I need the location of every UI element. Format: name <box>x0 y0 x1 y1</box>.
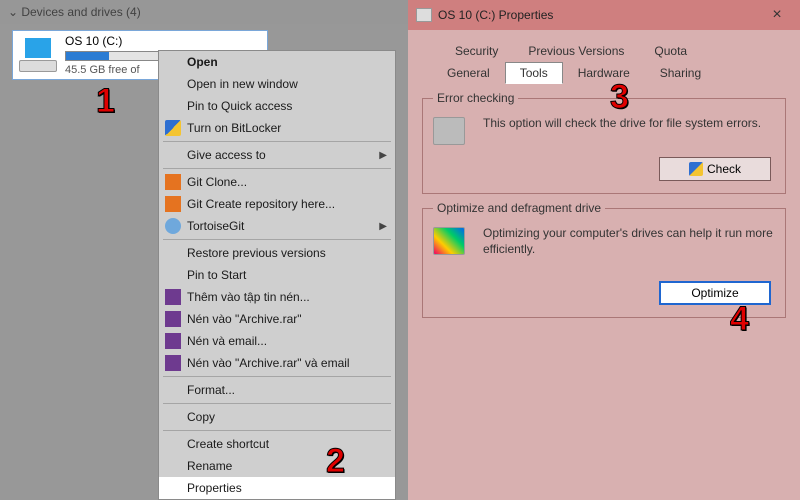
menu-item-label: Format... <box>187 383 235 397</box>
menu-item-label: Open in new window <box>187 77 298 91</box>
menu-item-label: Rename <box>187 459 232 473</box>
menu-item[interactable]: Turn on BitLocker <box>159 117 395 139</box>
menu-item-label: Git Create repository here... <box>187 197 335 211</box>
shield-icon <box>689 162 703 176</box>
error-checking-group: Error checking This option will check th… <box>422 98 786 194</box>
menu-item[interactable]: Open in new window <box>159 73 395 95</box>
drive-check-icon <box>433 117 465 145</box>
menu-item-label: Open <box>187 55 218 69</box>
menu-item-label: Create shortcut <box>187 437 269 451</box>
tab-tools[interactable]: Tools <box>505 62 563 84</box>
menu-item[interactable]: Format... <box>159 379 395 401</box>
menu-item-label: Turn on BitLocker <box>187 121 281 135</box>
tab-hardware[interactable]: Hardware <box>563 62 645 84</box>
menu-item-label: TortoiseGit <box>187 219 244 233</box>
close-icon[interactable]: × <box>762 6 792 24</box>
menu-item[interactable]: TortoiseGit ▶ <box>159 215 395 237</box>
dialog-titlebar[interactable]: OS 10 (C:) Properties × <box>408 0 800 30</box>
menu-item[interactable]: Restore previous versions <box>159 242 395 264</box>
rar-icon <box>165 333 181 349</box>
drive-icon <box>19 36 57 74</box>
menu-item-label: Properties <box>187 481 242 495</box>
button-label: Optimize <box>691 286 738 300</box>
tab-general[interactable]: General <box>432 62 505 84</box>
menu-separator <box>163 141 391 142</box>
menu-item[interactable]: Nén vào "Archive.rar" và email <box>159 352 395 374</box>
tab-quota[interactable]: Quota <box>639 40 702 62</box>
menu-item-label: Give access to <box>187 148 266 162</box>
rar-icon <box>165 311 181 327</box>
dialog-title: OS 10 (C:) Properties <box>438 8 553 22</box>
drive-label: OS 10 (C:) <box>65 34 245 48</box>
callout-3: 3 <box>610 78 629 117</box>
menu-item-label: Pin to Start <box>187 268 246 282</box>
menu-separator <box>163 168 391 169</box>
section-title: Devices and drives (4) <box>21 5 140 19</box>
menu-item-label: Thêm vào tập tin nén... <box>187 290 310 304</box>
dialog-tabs: SecurityPrevious VersionsQuota GeneralTo… <box>422 40 786 84</box>
tab-sharing[interactable]: Sharing <box>645 62 716 84</box>
callout-4: 4 <box>730 300 749 339</box>
rar-icon <box>165 289 181 305</box>
callout-2: 2 <box>326 442 345 481</box>
optimize-icon <box>433 227 465 255</box>
menu-item[interactable]: Pin to Quick access <box>159 95 395 117</box>
chevron-down-icon: ⌄ <box>8 0 18 24</box>
menu-separator <box>163 430 391 431</box>
group-desc: Optimizing your computer's drives can he… <box>483 225 773 257</box>
menu-separator <box>163 239 391 240</box>
git-icon <box>165 174 181 190</box>
chevron-right-icon: ▶ <box>379 150 387 161</box>
devices-drives-header[interactable]: ⌄ Devices and drives (4) <box>0 0 408 24</box>
button-label: Check <box>707 162 741 176</box>
tort-icon <box>165 218 181 234</box>
menu-item[interactable]: Give access to ▶ <box>159 144 395 166</box>
check-button[interactable]: Check <box>659 157 771 181</box>
menu-item[interactable]: Properties <box>159 477 395 499</box>
tab-previous-versions[interactable]: Previous Versions <box>513 40 639 62</box>
properties-dialog: OS 10 (C:) Properties × SecurityPrevious… <box>408 0 800 500</box>
drive-icon <box>416 8 432 22</box>
menu-item-label: Nén vào "Archive.rar" và email <box>187 356 350 370</box>
menu-separator <box>163 403 391 404</box>
menu-item[interactable]: Copy <box>159 406 395 428</box>
menu-separator <box>163 376 391 377</box>
menu-item-label: Copy <box>187 410 215 424</box>
menu-item-label: Pin to Quick access <box>187 99 292 113</box>
menu-item[interactable]: Nén và email... <box>159 330 395 352</box>
drive-context-menu: Open Open in new window Pin to Quick acces… <box>158 50 396 500</box>
menu-item-label: Restore previous versions <box>187 246 326 260</box>
menu-item[interactable]: Rename <box>159 455 395 477</box>
callout-1: 1 <box>96 82 115 121</box>
menu-item[interactable]: Thêm vào tập tin nén... <box>159 286 395 308</box>
menu-item[interactable]: Git Clone... <box>159 171 395 193</box>
menu-item[interactable]: Git Create repository here... <box>159 193 395 215</box>
menu-item[interactable]: Pin to Start <box>159 264 395 286</box>
menu-item-label: Nén và email... <box>187 334 267 348</box>
menu-item[interactable]: Open <box>159 51 395 73</box>
menu-item-label: Git Clone... <box>187 175 247 189</box>
optimize-button[interactable]: Optimize <box>659 281 771 305</box>
rar-icon <box>165 355 181 371</box>
menu-item[interactable]: Create shortcut <box>159 433 395 455</box>
group-title: Optimize and defragment drive <box>433 201 605 215</box>
git-icon <box>165 196 181 212</box>
group-desc: This option will check the drive for fil… <box>483 115 773 131</box>
chevron-right-icon: ▶ <box>379 221 387 232</box>
shield-icon <box>165 120 181 136</box>
tab-security[interactable]: Security <box>440 40 513 62</box>
menu-item[interactable]: Nén vào "Archive.rar" <box>159 308 395 330</box>
menu-item-label: Nén vào "Archive.rar" <box>187 312 302 326</box>
group-title: Error checking <box>433 91 518 105</box>
explorer-pane: ⌄ Devices and drives (4) OS 10 (C:) 45.5… <box>0 0 408 500</box>
